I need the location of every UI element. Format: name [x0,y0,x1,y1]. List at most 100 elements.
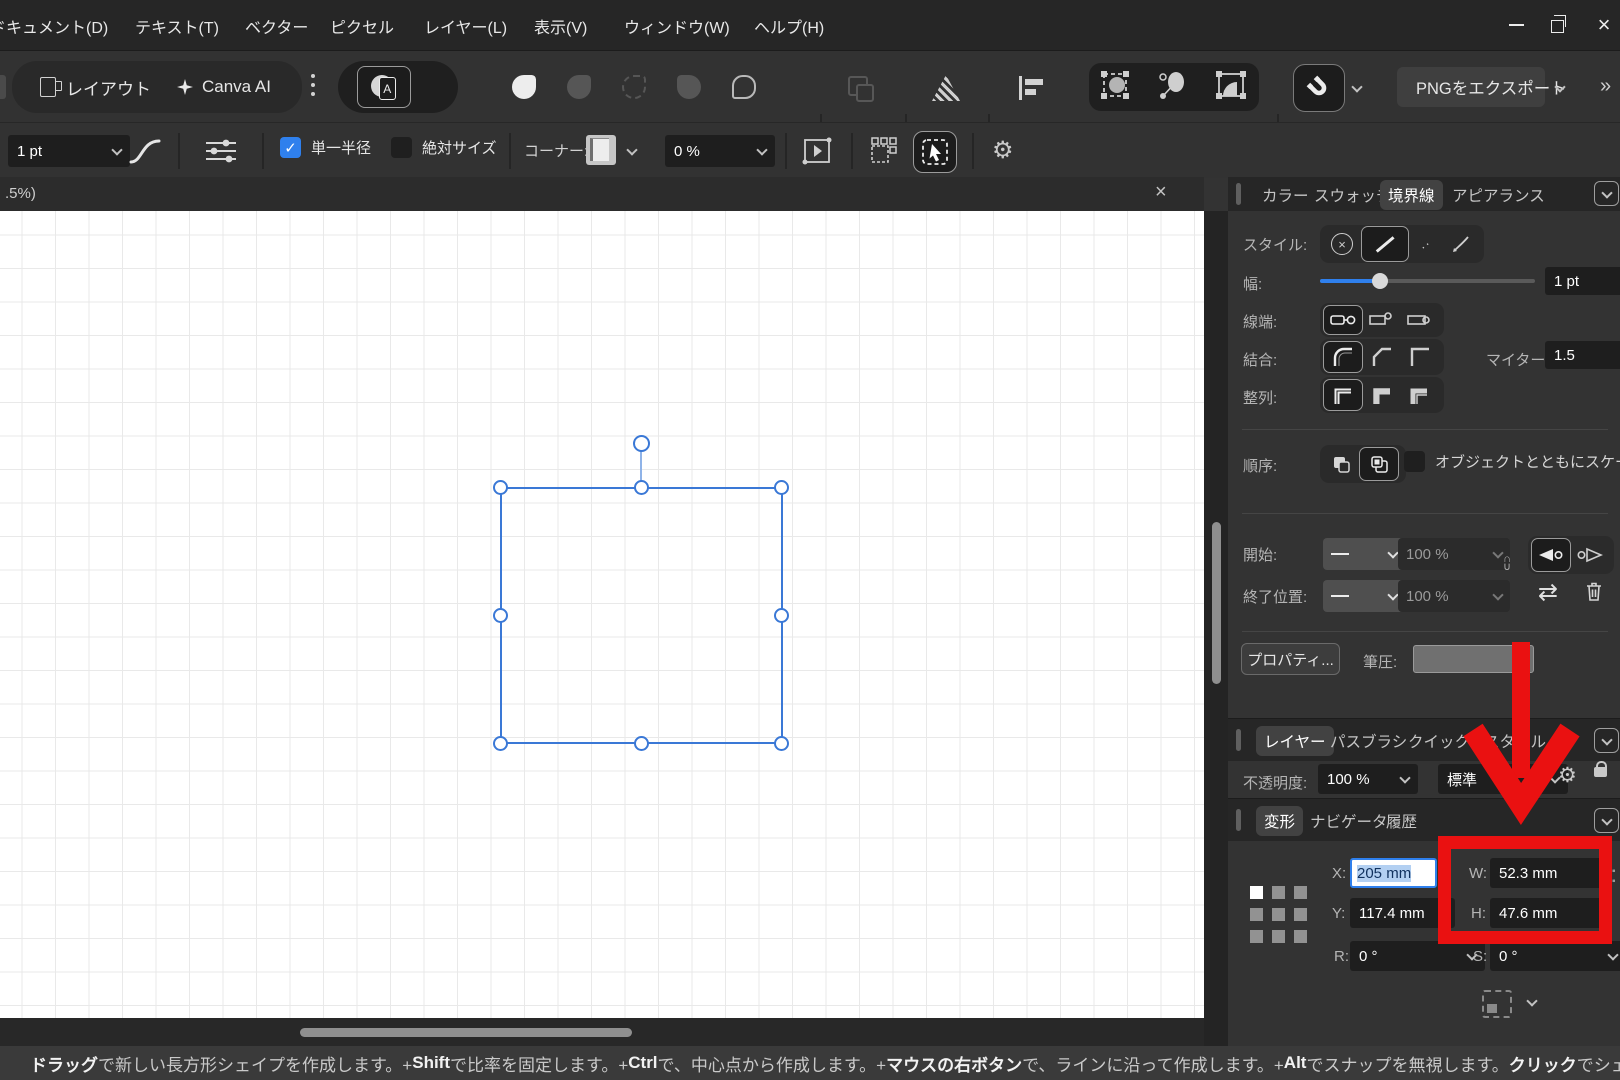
mirror-button[interactable] [932,75,960,101]
corner-type-select[interactable] [586,135,638,165]
toolbar-overflow-menu[interactable] [311,74,315,78]
panel-grip[interactable] [1236,809,1241,831]
horizontal-scrollbar-thumb[interactable] [300,1028,632,1037]
width-slider-track[interactable] [1320,273,1535,289]
close-button[interactable]: × [1589,10,1619,40]
anchor-top-right[interactable] [1294,886,1307,899]
single-radius-option[interactable]: ✓ 単一半径 [280,137,371,158]
join-round-button[interactable] [1323,341,1363,373]
anchor-top-left[interactable] [1250,886,1263,899]
node-mode-button[interactable] [1157,69,1191,105]
anchor-top-center[interactable] [1272,886,1285,899]
tab-styles[interactable]: スタイル [1484,730,1546,752]
menu-layer[interactable]: レイヤー(L) [424,14,507,38]
tab-navigator[interactable]: ナビゲータ [1310,810,1388,832]
order-front-button[interactable] [1359,447,1399,481]
checkbox-checked-icon[interactable]: ✓ [280,137,301,158]
x-value-field[interactable]: 205 mm [1350,858,1437,888]
panel-grip[interactable] [1236,183,1241,205]
properties-button[interactable]: プロパティ... [1241,643,1340,675]
boolean-combine-button[interactable] [732,75,756,99]
panel-grip[interactable] [1236,729,1241,751]
tab-appearance[interactable]: アピアランス [1452,184,1545,206]
join-miter-button[interactable] [1401,342,1439,372]
lock-icon[interactable] [1594,760,1607,777]
anchor-bottom-right[interactable] [1294,930,1307,943]
stroke-panel-collapse-button[interactable] [1594,181,1619,206]
checkbox-unchecked-icon[interactable] [391,137,412,158]
transform-mode-button[interactable] [1100,69,1134,105]
pressure-start-button[interactable] [1531,538,1571,572]
tab-history[interactable]: 履歴 [1386,810,1417,832]
resize-handle-sw[interactable] [493,736,508,751]
align-inside-button[interactable] [1363,380,1401,410]
transform-extra-chevron[interactable] [1526,995,1538,1007]
cap-square-button[interactable] [1401,306,1439,334]
artboard-view-button[interactable]: A [356,66,411,108]
anchor-middle-right[interactable] [1294,908,1307,921]
horizontal-scrollbar[interactable] [0,1018,1204,1046]
corner-percent-select[interactable]: 0 % [665,135,775,167]
anchor-point-grid[interactable] [1250,886,1307,943]
anchor-center[interactable] [1272,908,1285,921]
swap-ends-icon[interactable]: ⇄ [1538,578,1558,607]
end-percent-select[interactable]: 100 % [1398,580,1510,612]
resize-handle-ne[interactable] [774,480,789,495]
checkbox-unchecked-icon[interactable] [1404,451,1425,472]
resize-handle-s[interactable] [634,736,649,751]
select-same-button[interactable] [868,136,902,170]
blend-mode-select[interactable]: 標準 [1438,764,1568,794]
canva-ai-button[interactable]: Canva AI [177,77,271,97]
boolean-add-button[interactable] [512,75,536,99]
tab-stroke[interactable]: 境界線 [1380,180,1443,210]
alignment-button[interactable] [1019,76,1045,100]
menu-help[interactable]: ヘルプ(H) [754,14,824,38]
align-outside-button[interactable] [1401,380,1439,410]
tab-pathbrush[interactable]: パスブラシ [1330,730,1407,752]
convert-to-curves-button[interactable] [800,136,834,170]
rectangle-shape[interactable] [500,487,783,744]
rotation-select[interactable]: 0 ° [1350,941,1485,971]
menu-document[interactable]: ドキュメント(D) [0,14,108,38]
link-aspect-icon[interactable]: ▪ ▪ [1612,867,1620,919]
menu-vector[interactable]: ベクター [245,14,308,38]
menu-pixel[interactable]: ピクセル [330,14,394,38]
menu-text[interactable]: テキスト(T) [135,14,219,38]
layer-settings-gear-icon[interactable]: ⚙ [1558,763,1577,788]
tab-layers[interactable]: レイヤー [1256,726,1334,756]
link-values-icon[interactable]: ∩ ∪ [1503,554,1511,573]
width-value-field[interactable]: 1 pt [1545,267,1620,295]
boolean-divide-button[interactable] [677,75,701,99]
restore-button[interactable] [1544,10,1574,40]
settings-gear-icon[interactable]: ⚙ [992,136,1014,165]
cap-round-button[interactable] [1363,306,1401,334]
style-brush-button[interactable] [1443,228,1479,260]
style-dashed-button[interactable]: ∙∙ [1409,228,1443,260]
snapping-button[interactable] [1293,64,1345,112]
miter-value-field[interactable]: 1.5 [1545,341,1620,369]
resize-handle-e[interactable] [774,608,789,623]
anchor-bottom-center[interactable] [1272,930,1285,943]
layout-button[interactable]: レイアウト [40,75,151,100]
corner-mode-button[interactable] [1214,69,1248,105]
start-style-select[interactable] [1323,538,1405,570]
toolbar-more-chevrons[interactable]: » [1600,75,1611,98]
canvas[interactable] [0,211,1204,1018]
vertical-scrollbar[interactable] [1204,211,1228,1046]
tab-transform[interactable]: 変形 [1256,806,1304,836]
join-bevel-button[interactable] [1363,342,1401,372]
transform-panel-collapse-button[interactable] [1594,808,1619,833]
pressure-end-button[interactable] [1571,539,1607,571]
order-behind-button[interactable] [1323,449,1359,479]
anchor-middle-left[interactable] [1250,908,1263,921]
boolean-subtract-button[interactable] [567,75,591,99]
stroke-properties-button[interactable] [202,137,240,169]
rotation-handle[interactable] [633,435,650,452]
duplicate-button[interactable] [848,76,874,102]
resize-handle-n[interactable] [634,480,649,495]
document-tab-close-icon[interactable]: × [1155,181,1167,204]
tab-quickfx[interactable]: クイックFX [1408,730,1490,752]
layers-panel-collapse-button[interactable] [1594,728,1619,753]
transform-mode-toggle[interactable] [1482,990,1512,1018]
resize-handle-nw[interactable] [493,480,508,495]
